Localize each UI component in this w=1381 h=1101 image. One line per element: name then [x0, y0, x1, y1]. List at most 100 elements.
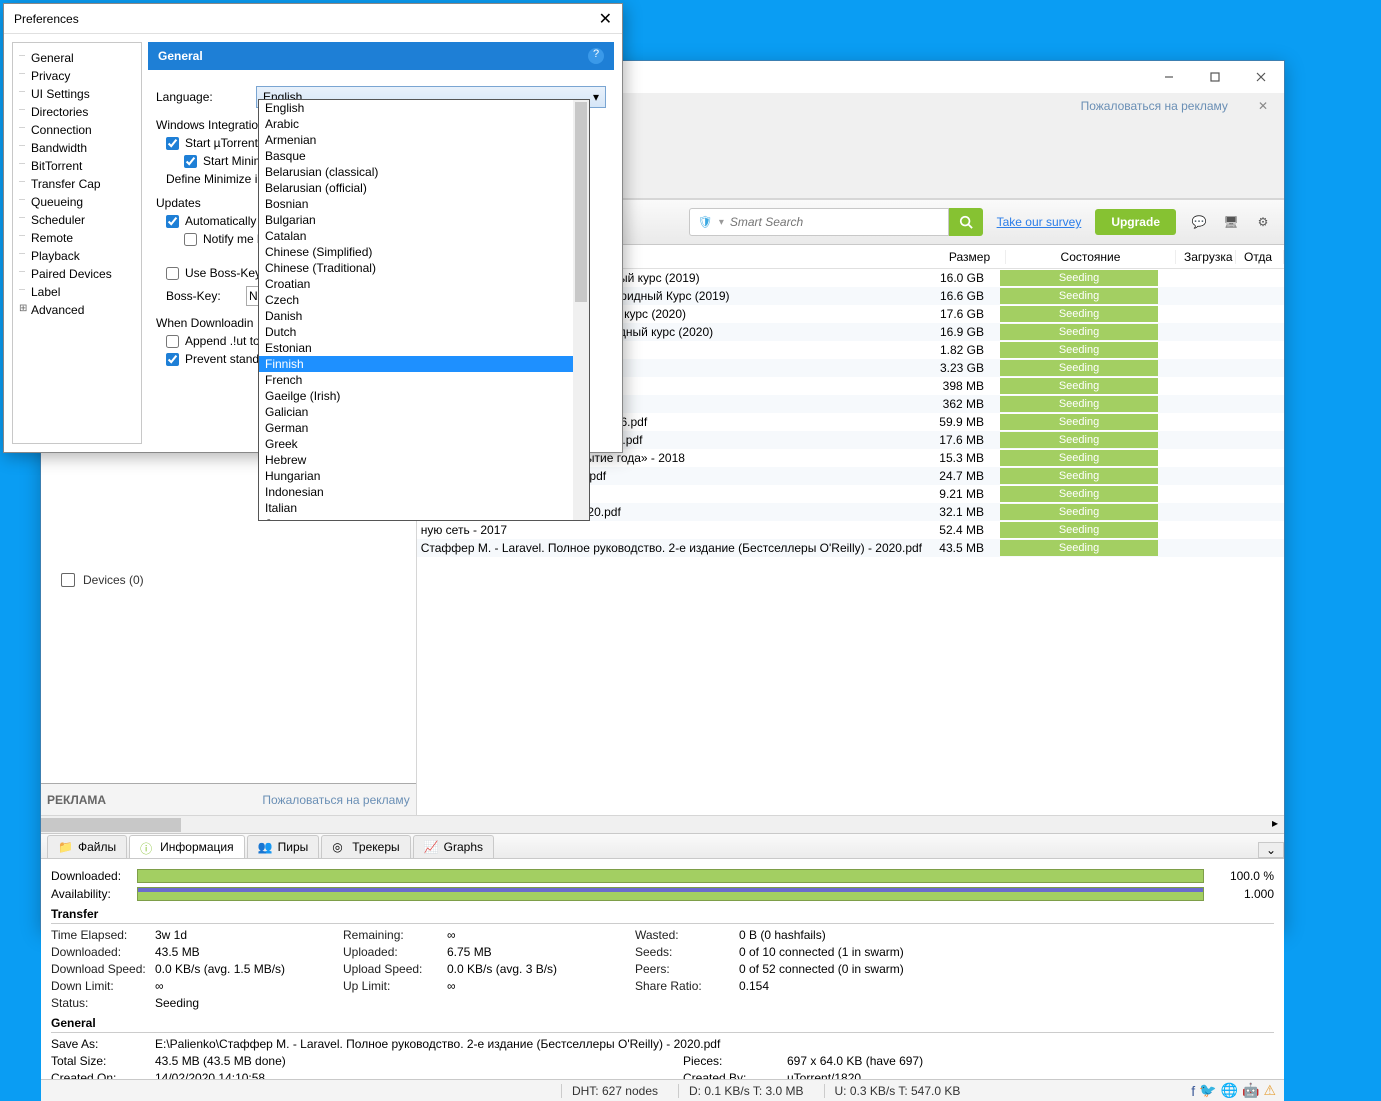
twitter-icon[interactable]: 🐦	[1199, 1082, 1216, 1099]
prefs-tree-item[interactable]: Privacy	[17, 67, 137, 85]
language-option[interactable]: Catalan	[259, 228, 589, 244]
globe-icon[interactable]: 🌐	[1221, 1082, 1238, 1099]
search-go-button[interactable]	[949, 208, 983, 236]
language-option[interactable]: Estonian	[259, 340, 589, 356]
chevron-down-icon[interactable]: ▾	[719, 217, 724, 228]
language-option[interactable]: Bulgarian	[259, 212, 589, 228]
language-option[interactable]: German	[259, 420, 589, 436]
tab-graphs[interactable]: 📈Graphs	[413, 835, 494, 858]
prefs-tree-item[interactable]: Directories	[17, 103, 137, 121]
android-icon[interactable]: 🤖	[1242, 1082, 1259, 1099]
language-option[interactable]: Hungarian	[259, 468, 589, 484]
search-input[interactable]	[730, 215, 940, 229]
status-up: U: 0.3 KB/s T: 547.0 KB	[824, 1084, 961, 1098]
ad-close-icon[interactable]: ✕	[1258, 99, 1268, 113]
table-row[interactable]: Стаффер М. - Laravel. Полное руководство…	[417, 539, 1284, 557]
language-option[interactable]: Indonesian	[259, 484, 589, 500]
prefs-tree[interactable]: GeneralPrivacyUI SettingsDirectoriesConn…	[12, 42, 142, 444]
prefs-tree-item[interactable]: Advanced	[17, 301, 137, 319]
tabs-expand-icon[interactable]: ⌄	[1258, 842, 1284, 858]
survey-link[interactable]: Take our survey	[997, 215, 1082, 229]
language-option[interactable]: Italian	[259, 500, 589, 516]
col-state[interactable]: Состояние	[1006, 250, 1176, 264]
col-size[interactable]: Размер	[934, 250, 1006, 264]
language-option[interactable]: Basque	[259, 148, 589, 164]
dropdown-scroll-thumb[interactable]	[575, 102, 587, 302]
scroll-right-icon[interactable]: ▸	[1266, 816, 1284, 834]
col-up[interactable]: Отда	[1236, 250, 1284, 264]
torrent-state: Seeding	[994, 396, 1164, 412]
language-option[interactable]: Belarusian (classical)	[259, 164, 589, 180]
prevent-standby-checkbox[interactable]	[166, 353, 179, 366]
maximize-button[interactable]	[1192, 61, 1238, 93]
prefs-tree-item[interactable]: UI Settings	[17, 85, 137, 103]
tab-peers[interactable]: 👥Пиры	[247, 835, 320, 858]
language-option[interactable]: Bosnian	[259, 196, 589, 212]
sidebar-item-devices[interactable]: Devices (0)	[41, 565, 416, 595]
sidebar-ad-link[interactable]: Пожаловаться на рекламу	[262, 793, 409, 807]
prefs-tree-item[interactable]: BitTorrent	[17, 157, 137, 175]
torrent-name: ную сеть - 2017	[417, 523, 922, 537]
language-option[interactable]: Arabic	[259, 116, 589, 132]
search-box[interactable]: 🛡 ▾	[689, 208, 949, 236]
bosskey-checkbox[interactable]	[166, 267, 179, 280]
prefs-tree-item[interactable]: Queueing	[17, 193, 137, 211]
prefs-tree-item[interactable]: Transfer Cap	[17, 175, 137, 193]
language-option[interactable]: Danish	[259, 308, 589, 324]
tab-files[interactable]: 📁Файлы	[47, 835, 127, 858]
prefs-tree-item[interactable]: Paired Devices	[17, 265, 137, 283]
language-option[interactable]: English	[259, 100, 589, 116]
language-option[interactable]: Greek	[259, 436, 589, 452]
prefs-tree-item[interactable]: Bandwidth	[17, 139, 137, 157]
upgrade-button[interactable]: Upgrade	[1095, 209, 1176, 235]
table-row[interactable]: ную сеть - 201752.4 MBSeeding	[417, 521, 1284, 539]
warning-icon[interactable]: ⚠	[1263, 1082, 1276, 1099]
language-option[interactable]: Chinese (Simplified)	[259, 244, 589, 260]
prefs-close-icon[interactable]: ✕	[599, 9, 612, 29]
minimize-button[interactable]	[1146, 61, 1192, 93]
language-dropdown[interactable]: EnglishArabicArmenianBasqueBelarusian (c…	[258, 99, 590, 521]
facebook-icon[interactable]: f	[1191, 1083, 1195, 1099]
details-panel: Downloaded: 100.0 % Availability: 1.000 …	[41, 859, 1284, 1079]
language-option[interactable]: French	[259, 372, 589, 388]
help-icon[interactable]: ?	[588, 48, 604, 64]
tab-trackers[interactable]: ◎Трекеры	[321, 835, 410, 858]
prefs-tree-item[interactable]: Label	[17, 283, 137, 301]
language-option[interactable]: Galician	[259, 404, 589, 420]
gear-icon[interactable]: ⚙	[1250, 209, 1276, 235]
start-minimized-checkbox[interactable]	[184, 155, 197, 168]
folder-icon: 📁	[58, 840, 72, 854]
prefs-tree-item[interactable]: Remote	[17, 229, 137, 247]
auto-update-checkbox[interactable]	[166, 215, 179, 228]
prefs-tree-item[interactable]: Scheduler	[17, 211, 137, 229]
prefs-tree-item[interactable]: Connection	[17, 121, 137, 139]
language-option[interactable]: Finnish	[259, 356, 589, 372]
append-ut-checkbox[interactable]	[166, 335, 179, 348]
prefs-tree-item[interactable]: Playback	[17, 247, 137, 265]
language-option[interactable]: Belarusian (official)	[259, 180, 589, 196]
chat-icon[interactable]: 💬	[1186, 209, 1212, 235]
torrent-state: Seeding	[994, 540, 1164, 556]
language-option[interactable]: Croatian	[259, 276, 589, 292]
tab-info[interactable]: ⓘИнформация	[129, 835, 244, 858]
ad-complain-link[interactable]: Пожаловаться на рекламу	[1081, 99, 1228, 113]
transfer-heading: Transfer	[51, 907, 1274, 924]
language-option[interactable]: Armenian	[259, 132, 589, 148]
language-option[interactable]: Gaeilge (Irish)	[259, 388, 589, 404]
close-button[interactable]	[1238, 61, 1284, 93]
language-option[interactable]: Czech	[259, 292, 589, 308]
downloaded-pct: 100.0 %	[1214, 869, 1274, 883]
horizontal-scrollbar[interactable]: ▸	[41, 815, 1284, 833]
col-down[interactable]: Загрузка	[1176, 250, 1236, 264]
language-option[interactable]: Dutch	[259, 324, 589, 340]
remote-icon[interactable]: 🖥	[1218, 209, 1244, 235]
notify-beta-checkbox[interactable]	[184, 233, 197, 246]
dropdown-scrollbar[interactable]	[573, 100, 589, 520]
language-option[interactable]: Japanese	[259, 516, 589, 521]
prefs-tree-item[interactable]: General	[17, 49, 137, 67]
language-option[interactable]: Chinese (Traditional)	[259, 260, 589, 276]
start-with-windows-checkbox[interactable]	[166, 137, 179, 150]
torrent-state: Seeding	[994, 342, 1164, 358]
language-option[interactable]: Hebrew	[259, 452, 589, 468]
scroll-thumb[interactable]	[41, 818, 181, 832]
